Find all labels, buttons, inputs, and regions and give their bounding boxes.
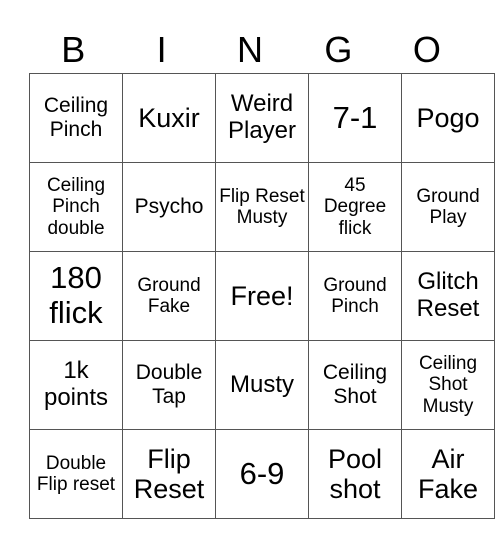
bingo-cell[interactable]: 7-1 (308, 73, 402, 163)
bingo-cell[interactable]: Flip Reset (122, 429, 216, 519)
bingo-cell[interactable]: Air Fake (401, 429, 495, 519)
bingo-cell[interactable]: Pool shot (308, 429, 402, 519)
grid-row: Double Flip reset Flip Reset 6-9 Pool sh… (29, 429, 495, 519)
grid-row: 180 flick Ground Fake Free! Ground Pinch… (29, 251, 495, 341)
bingo-cell[interactable]: Ground Play (401, 162, 495, 252)
free-space-cell[interactable]: Free! (215, 251, 309, 341)
bingo-cell[interactable]: Double Tap (122, 340, 216, 430)
grid-row: Ceiling Pinch Kuxir Weird Player 7-1 Pog… (29, 73, 495, 163)
bingo-cell[interactable]: 45 Degree flick (308, 162, 402, 252)
bingo-grid: Ceiling Pinch Kuxir Weird Player 7-1 Pog… (29, 73, 495, 519)
bingo-cell[interactable]: Flip Reset Musty (215, 162, 309, 252)
header-letter-o: O (412, 29, 441, 70)
bingo-cell[interactable]: Double Flip reset (29, 429, 123, 519)
bingo-cell[interactable]: 180 flick (29, 251, 123, 341)
bingo-cell[interactable]: Ceiling Shot (308, 340, 402, 430)
bingo-cell[interactable]: Ceiling Pinch (29, 73, 123, 163)
header-letter-n: N (237, 29, 264, 70)
bingo-cell[interactable]: Kuxir (122, 73, 216, 163)
bingo-header: B I N G O (29, 28, 471, 72)
bingo-cell[interactable]: Ceiling Pinch double (29, 162, 123, 252)
bingo-cell[interactable]: 6-9 (215, 429, 309, 519)
grid-row: Ceiling Pinch double Psycho Flip Reset M… (29, 162, 495, 252)
bingo-cell[interactable]: 1k points (29, 340, 123, 430)
bingo-cell[interactable]: Psycho (122, 162, 216, 252)
bingo-cell[interactable]: Pogo (401, 73, 495, 163)
bingo-cell[interactable]: Ground Fake (122, 251, 216, 341)
bingo-cell[interactable]: Glitch Reset (401, 251, 495, 341)
bingo-cell[interactable]: Musty (215, 340, 309, 430)
grid-row: 1k points Double Tap Musty Ceiling Shot … (29, 340, 495, 430)
bingo-cell[interactable]: Ceiling Shot Musty (401, 340, 495, 430)
header-letter-i: I (156, 29, 167, 70)
header-letter-g: G (324, 29, 353, 70)
bingo-cell[interactable]: Ground Pinch (308, 251, 402, 341)
header-letter-b: B (61, 29, 86, 70)
bingo-cell[interactable]: Weird Player (215, 73, 309, 163)
